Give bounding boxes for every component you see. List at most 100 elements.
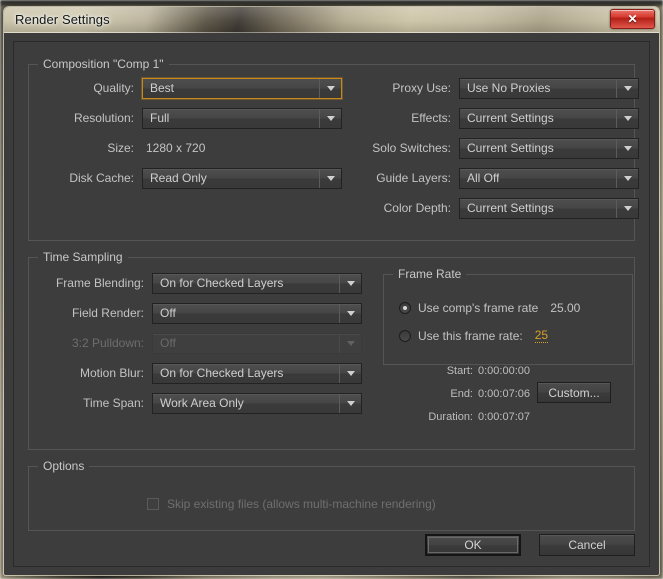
disk-cache-label: Disk Cache:	[69, 171, 134, 185]
motion-blur-label: Motion Blur:	[79, 366, 144, 380]
field-render-label: Field Render:	[71, 306, 144, 320]
start-label: Start:	[446, 365, 473, 377]
disk-cache-row: Disk Cache: Read Only	[29, 167, 349, 189]
pulldown-value: Off	[160, 336, 176, 350]
quality-row: Quality: Best	[29, 77, 349, 99]
pulldown-label: 3:2 Pulldown:	[71, 336, 144, 350]
motion-blur-dropdown[interactable]: On for Checked Layers	[152, 362, 362, 384]
use-comp-frame-rate-value: 25.00	[550, 301, 581, 315]
resolution-value: Full	[150, 111, 170, 125]
time-span-value: Work Area Only	[160, 396, 244, 410]
motion-blur-row: Motion Blur: On for Checked Layers	[29, 362, 369, 384]
chevron-down-icon	[339, 363, 361, 383]
start-time-row: Start: 0:00:00:00	[383, 365, 530, 377]
start-value: 0:00:00:00	[478, 365, 530, 377]
quality-dropdown[interactable]: Best	[142, 77, 342, 99]
solo-switches-row: Solo Switches: Current Settings	[354, 137, 639, 159]
time-span-label: Time Span:	[83, 396, 144, 410]
chevron-down-icon	[339, 333, 361, 353]
time-span-row: Time Span: Work Area Only	[29, 392, 369, 414]
frame-blending-dropdown[interactable]: On for Checked Layers	[152, 272, 362, 294]
skip-existing-files-checkbox	[147, 498, 159, 510]
dialog-body: Composition "Comp 1" Quality: Best Resol…	[4, 33, 659, 575]
proxy-use-value: Use No Proxies	[467, 81, 551, 95]
field-render-value: Off	[160, 306, 176, 320]
chevron-down-icon	[339, 273, 361, 293]
chevron-down-icon	[616, 198, 638, 218]
resolution-row: Resolution: Full	[29, 107, 349, 129]
chevron-down-icon	[339, 393, 361, 413]
chevron-down-icon	[616, 168, 638, 188]
guide-layers-dropdown[interactable]: All Off	[459, 167, 639, 189]
chevron-down-icon	[616, 108, 638, 128]
frame-blending-label: Frame Blending:	[55, 276, 144, 290]
chevron-down-icon	[616, 78, 638, 98]
skip-existing-files-label: Skip existing files (allows multi-machin…	[167, 497, 436, 511]
options-group: Options Skip existing files (allows mult…	[28, 459, 635, 531]
size-value: 1280 x 720	[146, 141, 206, 155]
guide-layers-value: All Off	[467, 171, 500, 185]
time-sampling-group-legend: Time Sampling	[38, 250, 128, 264]
pulldown-row: 3:2 Pulldown: Off	[29, 332, 369, 354]
window-title-bar[interactable]: Render Settings ✕	[4, 7, 659, 33]
color-depth-dropdown[interactable]: Current Settings	[459, 197, 639, 219]
frame-blending-value: On for Checked Layers	[160, 276, 284, 290]
resolution-label: Resolution:	[73, 111, 134, 125]
chevron-down-icon	[339, 303, 361, 323]
guide-layers-row: Guide Layers: All Off	[354, 167, 639, 189]
proxy-use-row: Proxy Use: Use No Proxies	[354, 77, 639, 99]
frame-rate-group-legend: Frame Rate	[393, 267, 467, 281]
frame-rate-input[interactable]: 25	[534, 328, 549, 343]
frame-rate-group: Frame Rate Use comp's frame rate 25.00 U…	[383, 267, 633, 365]
color-depth-value: Current Settings	[467, 201, 554, 215]
effects-dropdown[interactable]: Current Settings	[459, 107, 639, 129]
effects-row: Effects: Current Settings	[354, 107, 639, 129]
use-comp-frame-rate-label: Use comp's frame rate	[418, 301, 539, 315]
radio-use-this-frame-rate[interactable]: Use this frame rate: 25	[399, 328, 549, 343]
dialog-inner-panel: Composition "Comp 1" Quality: Best Resol…	[13, 41, 650, 567]
frame-blending-row: Frame Blending: On for Checked Layers	[29, 272, 369, 294]
quality-label: Quality:	[93, 81, 134, 95]
duration-row: Duration: 0:00:07:07	[383, 411, 530, 423]
chevron-down-icon	[319, 168, 341, 188]
close-glyph: ✕	[627, 12, 638, 26]
use-this-frame-rate-label: Use this frame rate:	[418, 328, 523, 343]
options-group-legend: Options	[38, 459, 90, 473]
chevron-down-icon	[319, 108, 341, 128]
field-render-row: Field Render: Off	[29, 302, 369, 324]
field-render-dropdown[interactable]: Off	[152, 302, 362, 324]
time-span-dropdown[interactable]: Work Area Only	[152, 392, 362, 414]
size-row: Size: 1280 x 720	[29, 137, 349, 159]
chevron-down-icon	[319, 78, 341, 98]
size-label: Size:	[107, 141, 134, 155]
solo-switches-dropdown[interactable]: Current Settings	[459, 137, 639, 159]
guide-layers-label: Guide Layers:	[376, 171, 451, 185]
color-depth-label: Color Depth:	[383, 201, 451, 215]
time-sampling-group: Time Sampling Frame Blending: On for Che…	[28, 250, 635, 450]
skip-existing-files-row: Skip existing files (allows multi-machin…	[147, 497, 436, 511]
composition-group: Composition "Comp 1" Quality: Best Resol…	[28, 57, 639, 241]
proxy-use-label: Proxy Use:	[392, 81, 451, 95]
radio-indicator	[399, 329, 411, 342]
duration-value: 0:00:07:07	[478, 411, 530, 423]
chevron-down-icon	[616, 138, 638, 158]
disk-cache-value: Read Only	[150, 171, 207, 185]
end-value: 0:00:07:06	[478, 388, 530, 400]
color-depth-row: Color Depth: Current Settings	[354, 197, 639, 219]
effects-label: Effects:	[411, 111, 451, 125]
cancel-button[interactable]: Cancel	[539, 534, 635, 556]
custom-button[interactable]: Custom...	[537, 382, 611, 403]
solo-switches-value: Current Settings	[467, 141, 554, 155]
render-settings-dialog: Render Settings ✕ Composition "Comp 1" Q…	[3, 6, 660, 576]
end-label: End:	[450, 388, 473, 400]
resolution-dropdown[interactable]: Full	[142, 107, 342, 129]
ok-button[interactable]: OK	[425, 534, 521, 556]
disk-cache-dropdown[interactable]: Read Only	[142, 167, 342, 189]
radio-use-comp-frame-rate[interactable]: Use comp's frame rate 25.00	[399, 301, 580, 315]
close-icon[interactable]: ✕	[610, 9, 655, 29]
pulldown-dropdown: Off	[152, 332, 362, 354]
effects-value: Current Settings	[467, 111, 554, 125]
proxy-use-dropdown[interactable]: Use No Proxies	[459, 77, 639, 99]
window-title: Render Settings	[15, 12, 110, 27]
radio-indicator	[399, 302, 411, 314]
